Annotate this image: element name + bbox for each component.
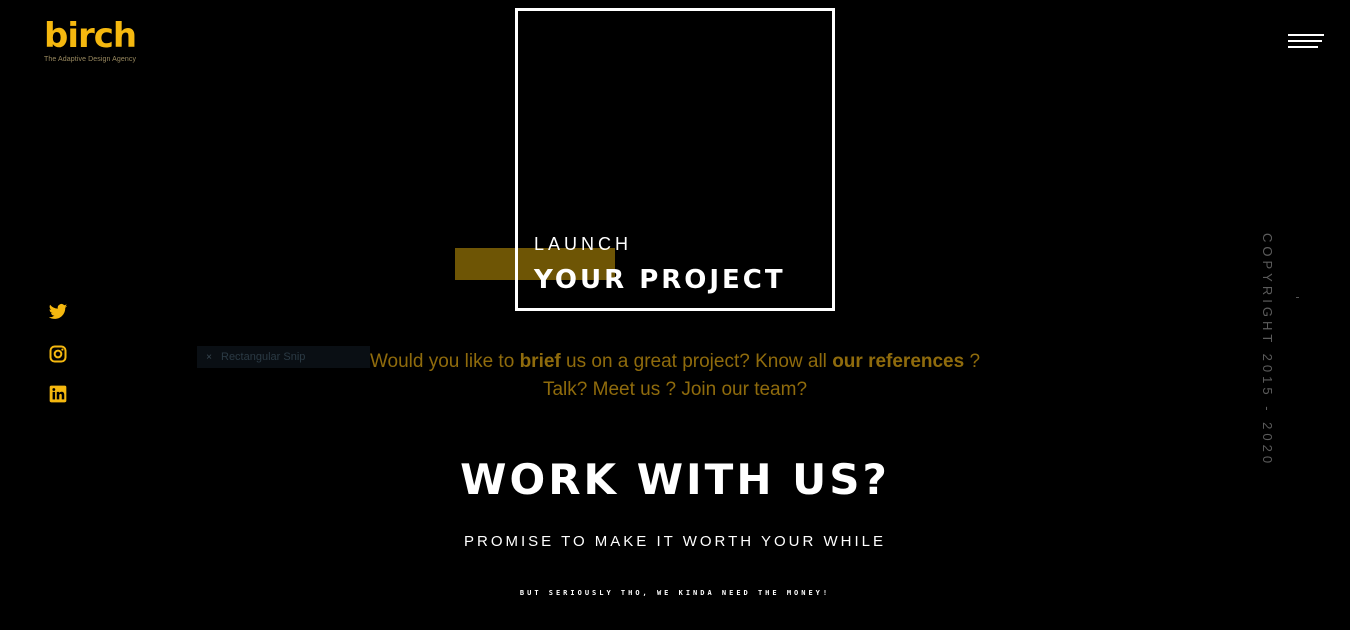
menu-button[interactable] <box>1288 34 1326 50</box>
hamburger-icon <box>1288 34 1324 36</box>
intro-line2[interactable]: Talk? Meet us ? Join our team? <box>543 379 807 400</box>
brand-tagline: The Adaptive Design Agency <box>44 56 137 63</box>
references-link[interactable]: our references <box>832 351 964 372</box>
copyright-text: COPYRIGHT 2015 - 2020 <box>1260 233 1275 468</box>
brief-link[interactable]: brief <box>520 351 561 372</box>
hero-project-text: YOUR PROJECT <box>534 265 786 295</box>
twitter-icon <box>48 304 68 319</box>
linkedin-link[interactable] <box>48 384 70 406</box>
hamburger-line <box>1288 46 1318 48</box>
cta-promise: PROMISE TO MAKE IT WORTH YOUR WHILE <box>464 533 886 550</box>
decorative-dot <box>1296 297 1299 298</box>
instagram-link[interactable] <box>48 344 70 366</box>
brand-name: birch <box>44 16 137 56</box>
cta-fine-print: BUT SERIOUSLY THO, WE KINDA NEED THE MON… <box>519 589 831 597</box>
instagram-icon <box>49 345 67 363</box>
snip-label: Rectangular Snip <box>221 351 306 363</box>
cta-headline: WORK WITH US? <box>460 455 890 504</box>
hamburger-line <box>1288 40 1322 42</box>
linkedin-icon <box>49 385 67 403</box>
intro-paragraph: Would you like to brief us on a great pr… <box>300 348 1050 404</box>
intro-text: us on a great project? Know all <box>560 351 833 372</box>
twitter-link[interactable] <box>48 302 70 324</box>
close-icon[interactable]: × <box>197 347 221 369</box>
hero-launch-text: LAUNCH <box>534 234 633 254</box>
intro-text: Would you like to <box>369 351 520 372</box>
brand-logo[interactable]: birch The Adaptive Design Agency <box>44 16 137 63</box>
intro-text: ? <box>964 351 981 372</box>
